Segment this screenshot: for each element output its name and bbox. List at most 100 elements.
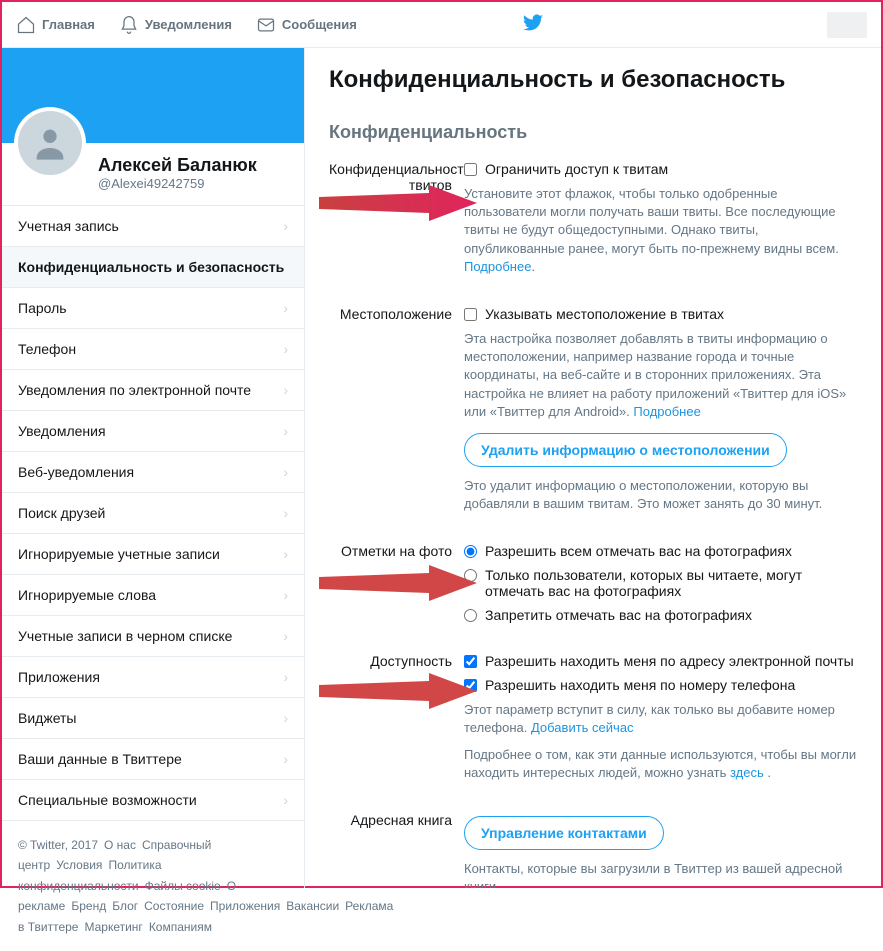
footer-link[interactable]: Файлы cookie [145,879,221,893]
chevron-right-icon: › [283,341,288,357]
footer-link[interactable]: Бренд [71,899,106,913]
envelope-icon [256,15,276,35]
opt-protect-tweets[interactable]: Ограничить доступ к твитам [464,161,861,177]
label-tweet-privacy: Конфиденциальность твитов [329,161,464,284]
user-handle[interactable]: @Alexei49242759 [98,176,292,191]
user-name[interactable]: Алексей Баланюк [98,155,292,176]
footer-link[interactable]: О нас [104,838,136,852]
row-contacts: Адресная книга Управление контактами Кон… [329,812,861,888]
top-nav: Главная Уведомления Сообщения [2,2,881,48]
sidebar-item-7[interactable]: Поиск друзей› [2,493,304,534]
nav-home[interactable]: Главная [16,15,95,35]
sidebar-item-13[interactable]: Ваши данные в Твиттере› [2,739,304,780]
home-icon [16,15,36,35]
label-discoverability: Доступность [329,653,464,790]
button-delete-location[interactable]: Удалить информацию о местоположении [464,433,787,467]
desc-find-phone: Этот параметр вступит в силу, как только… [464,701,861,737]
sidebar-item-8[interactable]: Игнорируемые учетные записи› [2,534,304,575]
footer-link[interactable]: Состояние [144,899,204,913]
row-discoverability: Доступность Разрешить находить меня по а… [329,653,861,790]
avatar[interactable] [18,111,82,175]
section-title: Конфиденциальность [329,122,861,143]
sidebar-item-14[interactable]: Специальные возможности› [2,780,304,821]
settings-menu: Учетная запись›Конфиденциальность и безо… [2,206,304,821]
footer-link[interactable]: Условия [56,858,102,872]
avatar-wrap [14,107,86,179]
chevron-right-icon: › [283,546,288,562]
nav-notifications-label: Уведомления [145,17,232,32]
link-add-phone[interactable]: Добавить сейчас [531,720,634,735]
chevron-right-icon: › [283,300,288,316]
chevron-right-icon: › [283,464,288,480]
label-contacts: Адресная книга [329,812,464,888]
footer-link[interactable]: Приложения [210,899,280,913]
nav-messages-label: Сообщения [282,17,357,32]
row-location: Местоположение Указывать местоположение … [329,306,861,521]
sidebar-item-11[interactable]: Приложения› [2,657,304,698]
chevron-right-icon: › [283,423,288,439]
nav-home-label: Главная [42,17,95,32]
bell-icon [119,15,139,35]
opt-tag-everyone[interactable]: Разрешить всем отмечать вас на фотографи… [464,543,861,559]
desc-location: Эта настройка позволяет добавлять в твит… [464,330,861,421]
desc-contacts: Контакты, которые вы загрузили в Твиттер… [464,860,861,888]
sidebar-item-10[interactable]: Учетные записи в черном списке› [2,616,304,657]
row-photo-tagging: Отметки на фото Разрешить всем отмечать … [329,543,861,631]
chevron-right-icon: › [283,751,288,767]
footer-link[interactable]: © Twitter, 2017 [18,838,98,852]
opt-find-phone[interactable]: Разрешить находить меня по номеру телефо… [464,677,861,693]
chevron-right-icon: › [283,792,288,808]
footer-link[interactable]: Блог [112,899,138,913]
opt-tag-following[interactable]: Только пользователи, которых вы читаете,… [464,567,861,599]
chevron-right-icon: › [283,505,288,521]
radio-tag-none[interactable] [464,609,477,622]
checkbox-find-phone[interactable] [464,679,477,692]
opt-tag-none[interactable]: Запретить отмечать вас на фотографиях [464,607,861,623]
opt-location[interactable]: Указывать местоположение в твитах [464,306,861,322]
button-manage-contacts[interactable]: Управление контактами [464,816,664,850]
nav-messages[interactable]: Сообщения [256,15,357,35]
link-learn-more-tweets[interactable]: Подробнее [464,259,531,274]
checkbox-protect-tweets[interactable] [464,163,477,176]
footer-links: © Twitter, 2017О насСправочный центрУсло… [2,821,304,951]
twitter-logo-icon[interactable] [522,12,544,37]
chevron-right-icon: › [283,710,288,726]
row-tweet-privacy: Конфиденциальность твитов Ограничить дос… [329,161,861,284]
main-content: Конфиденциальность и безопасность Конфид… [304,48,881,888]
profile-cover [2,48,304,143]
radio-tag-following[interactable] [464,569,477,582]
radio-tag-everyone[interactable] [464,545,477,558]
sidebar-item-2[interactable]: Пароль› [2,288,304,329]
chevron-right-icon: › [283,669,288,685]
footer-link[interactable]: Вакансии [286,899,339,913]
sidebar-item-1[interactable]: Конфиденциальность и безопасность› [2,247,304,288]
label-location: Местоположение [329,306,464,521]
opt-find-email[interactable]: Разрешить находить меня по адресу электр… [464,653,861,669]
desc-learn-discover: Подробнее о том, как эти данные использу… [464,746,861,782]
sidebar-item-12[interactable]: Виджеты› [2,698,304,739]
person-icon [30,123,70,163]
link-learn-more-location[interactable]: Подробнее [633,404,700,419]
account-menu-button[interactable] [827,12,867,38]
footer-link[interactable]: Компаниям [149,920,212,934]
desc-delete-location: Это удалит информацию о местоположении, … [464,477,861,513]
sidebar-item-5[interactable]: Уведомления› [2,411,304,452]
desc-protect-tweets: Установите этот флажок, чтобы только одо… [464,185,861,276]
sidebar-item-6[interactable]: Веб-уведомления› [2,452,304,493]
chevron-right-icon: › [283,628,288,644]
label-photo-tagging: Отметки на фото [329,543,464,631]
sidebar-item-4[interactable]: Уведомления по электронной почте› [2,370,304,411]
footer-link[interactable]: Маркетинг [84,920,142,934]
nav-notifications[interactable]: Уведомления [119,15,232,35]
sidebar-item-9[interactable]: Игнорируемые слова› [2,575,304,616]
page-title: Конфиденциальность и безопасность [329,66,861,94]
checkbox-location[interactable] [464,308,477,321]
sidebar: Алексей Баланюк @Alexei49242759 Учетная … [2,48,304,951]
link-here[interactable]: здесь [730,765,764,780]
chevron-right-icon: › [283,382,288,398]
checkbox-find-email[interactable] [464,655,477,668]
chevron-right-icon: › [283,587,288,603]
chevron-right-icon: › [283,218,288,234]
sidebar-item-3[interactable]: Телефон› [2,329,304,370]
sidebar-item-0[interactable]: Учетная запись› [2,206,304,247]
